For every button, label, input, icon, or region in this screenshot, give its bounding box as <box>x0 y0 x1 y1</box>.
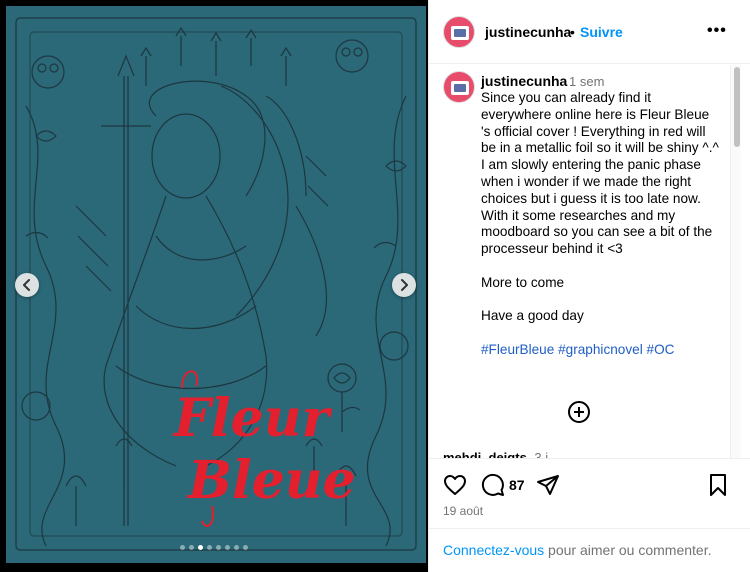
caption-username[interactable]: justinecunha <box>481 73 567 89</box>
chevron-left-icon <box>23 279 30 291</box>
caption-line <box>481 325 721 342</box>
slide-dot <box>198 545 203 550</box>
chevron-right-icon <box>401 279 408 291</box>
slide-dot <box>234 545 239 550</box>
more-options-icon[interactable]: ••• <box>707 22 727 40</box>
cover-title-line1: Fleur <box>172 388 333 449</box>
previous-slide-button[interactable] <box>15 273 39 297</box>
slide-dot <box>189 545 194 550</box>
slide-dot <box>207 545 212 550</box>
slide-dot <box>225 545 230 550</box>
share-paper-plane-icon[interactable] <box>536 473 560 497</box>
comment-time: 3 j <box>534 450 549 458</box>
hashtags: #FleurBleue #graphicnovel #OC <box>481 342 721 359</box>
hashtag-link[interactable]: #graphicnovel <box>558 342 643 357</box>
slide-indicator <box>0 545 428 550</box>
load-more-comments-button[interactable] <box>568 401 590 423</box>
like-heart-icon[interactable] <box>443 473 467 497</box>
comment-count: 87 <box>509 477 525 493</box>
comment-username[interactable]: mehdi_deiqts <box>443 450 527 458</box>
login-link[interactable]: Connectez-vous <box>443 542 544 558</box>
caption-line: Since you can already find it everywhere… <box>481 90 719 156</box>
comment-bubble-icon[interactable] <box>481 473 505 497</box>
post-header: justinecunha • Suivre ••• <box>429 0 750 64</box>
save-bookmark-icon[interactable] <box>706 473 730 497</box>
comments-section: justinecunha 1 sem Since you can already… <box>429 65 750 458</box>
login-prompt-text: pour aimer ou commenter. <box>544 542 712 558</box>
post-actions: 87 19 août <box>429 458 750 528</box>
hashtag-link[interactable]: #FleurBleue <box>481 342 554 357</box>
login-prompt: Connectez-vous pour aimer ou commenter. <box>429 528 750 572</box>
author-username[interactable]: justinecunha <box>485 24 571 40</box>
separator-dot: • <box>570 24 575 40</box>
avatar[interactable] <box>443 16 475 48</box>
caption-line <box>481 258 721 275</box>
caption-line: More to come <box>481 274 565 290</box>
caption-avatar[interactable] <box>443 71 475 103</box>
cover-title: Fleur Bleue <box>172 388 356 511</box>
post-date[interactable]: 19 août <box>443 504 483 518</box>
caption-line: Have a good day <box>481 308 584 324</box>
cover-image: Fleur Bleue <box>6 6 426 563</box>
next-slide-button[interactable] <box>392 273 416 297</box>
comments-scrollbar[interactable] <box>730 65 741 458</box>
cover-title-line2: Bleue <box>186 450 356 511</box>
caption-time[interactable]: 1 sem <box>569 74 604 89</box>
scrollbar-thumb[interactable] <box>734 67 740 147</box>
caption-line: I am slowly entering the panic phase whe… <box>481 157 713 257</box>
slide-dot <box>243 545 248 550</box>
caption-line <box>481 292 721 309</box>
caption-text: Since you can already find it everywhere… <box>481 90 721 359</box>
post-media: Fleur Bleue <box>0 0 428 572</box>
follow-button[interactable]: Suivre <box>580 24 623 40</box>
post-side-panel: justinecunha • Suivre ••• justinecunha 1… <box>428 0 750 572</box>
slide-dot <box>216 545 221 550</box>
cover-illustration: Fleur Bleue <box>15 17 417 551</box>
next-comment-preview: mehdi_deiqts 3 j <box>443 450 548 458</box>
slide-dot <box>180 545 185 550</box>
hashtag-link[interactable]: #OC <box>647 342 675 357</box>
